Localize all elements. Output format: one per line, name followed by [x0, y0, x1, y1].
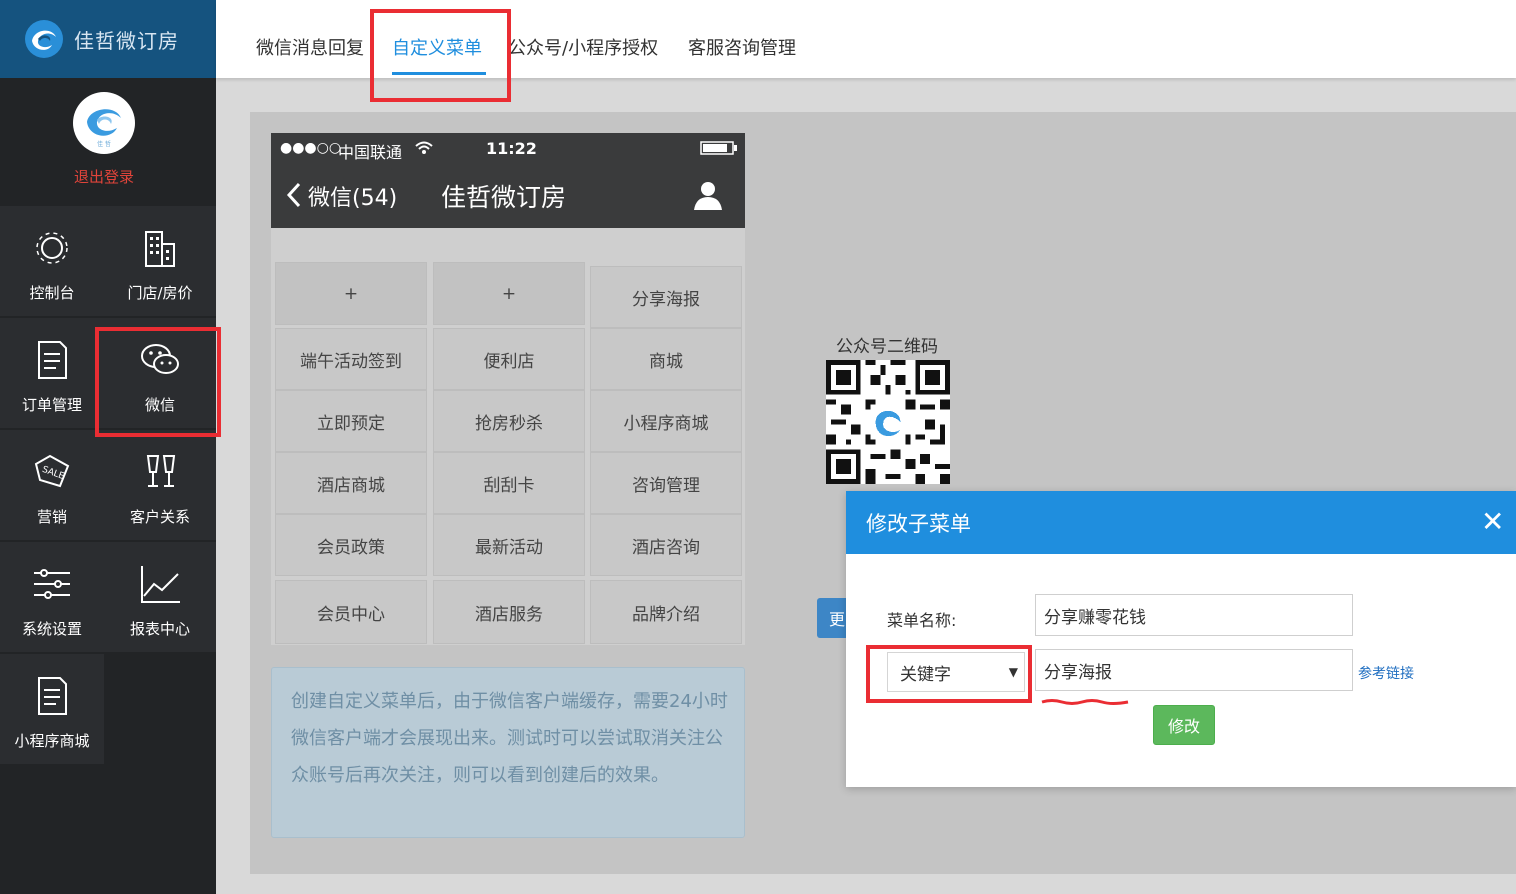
user-icon: [694, 182, 722, 210]
highlight-box-custom-menu-tab: [370, 9, 511, 102]
sidebar-item-dashboard[interactable]: 控制台: [0, 206, 104, 316]
sidebar-item-marketing[interactable]: SALE 营销: [0, 430, 104, 540]
phone-back-label: 微信(54): [308, 186, 398, 211]
building-icon: [145, 231, 175, 267]
signal-indicator: ●●●○○: [280, 140, 342, 156]
menu-item[interactable]: 端午活动签到: [275, 328, 427, 390]
sale-tag-icon: SALE: [34, 454, 70, 488]
chart-icon: [141, 566, 180, 603]
brand-logo-icon: [25, 20, 63, 58]
document-icon: [38, 677, 67, 715]
wifi-icon: [415, 141, 433, 154]
sliders-icon: [34, 569, 70, 599]
highlight-box-wechat: [95, 327, 221, 437]
menu-item[interactable]: 立即预定: [275, 390, 427, 452]
menu-add-button[interactable]: +: [275, 262, 427, 325]
qr-label: 公众号二维码: [836, 337, 938, 357]
menu-item[interactable]: 分享海报: [590, 266, 742, 328]
phone-time: 11:22: [486, 139, 537, 158]
save-button[interactable]: 修改: [1153, 705, 1215, 745]
menu-item[interactable]: 商城: [590, 328, 742, 390]
sidebar-item-label: 营销: [36, 508, 67, 526]
sidebar-item-reports[interactable]: 报表中心: [104, 542, 216, 652]
sidebar-item-stores[interactable]: 门店/房价: [104, 206, 216, 316]
menu-item[interactable]: 会员中心: [275, 580, 427, 644]
menu-item[interactable]: 酒店咨询: [590, 514, 742, 576]
phone-title: 佳哲微订房: [441, 183, 567, 212]
logout-link[interactable]: 退出登录: [0, 166, 208, 187]
svg-text:SALE: SALE: [41, 465, 66, 482]
sidebar-item-label: 订单管理: [21, 396, 82, 414]
sidebar-item-label: 系统设置: [21, 620, 82, 638]
menu-item[interactable]: 小程序商城: [590, 390, 742, 452]
sidebar-item-orders[interactable]: 订单管理: [0, 318, 104, 428]
menu-name-label: 菜单名称:: [887, 611, 957, 630]
chevron-left-icon: [286, 182, 301, 208]
menu-item[interactable]: 酒店服务: [433, 580, 585, 644]
menu-item[interactable]: 便利店: [433, 328, 585, 390]
battery-icon: [700, 141, 737, 155]
sidebar-item-customers[interactable]: 客户关系: [104, 430, 216, 540]
annotation-underline: [1041, 699, 1129, 705]
sidebar-item-label: 门店/房价: [127, 284, 193, 302]
menu-name-input[interactable]: [1035, 594, 1353, 636]
menu-item[interactable]: 刮刮卡: [433, 452, 585, 514]
sidebar-item-label: 小程序商城: [14, 732, 90, 750]
tab-message-reply[interactable]: 微信消息回复: [256, 34, 364, 60]
menu-item[interactable]: 咨询管理: [590, 452, 742, 514]
sun-gear-icon: [36, 232, 68, 264]
tab-account-authorization[interactable]: 公众号/小程序授权: [508, 34, 658, 60]
qr-code-icon: [826, 360, 950, 484]
menu-item[interactable]: 酒店商城: [275, 452, 427, 514]
dialog-title: 修改子菜单: [866, 512, 971, 536]
menu-add-button[interactable]: +: [433, 262, 585, 325]
menu-item[interactable]: 最新活动: [433, 514, 585, 576]
menu-item[interactable]: 品牌介绍: [590, 580, 742, 644]
sidebar-item-label: 报表中心: [129, 620, 190, 638]
highlight-box-type-select: [866, 645, 1032, 703]
document-icon: [38, 341, 67, 379]
sidebar-item-settings[interactable]: 系统设置: [0, 542, 104, 652]
sidebar-item-mini-program-mall[interactable]: 小程序商城: [0, 654, 104, 764]
sidebar-item-label: 控制台: [29, 284, 75, 302]
avatar-logo-icon: 佳 哲: [87, 109, 121, 148]
menu-item[interactable]: 抢房秒杀: [433, 390, 585, 452]
tab-customer-service[interactable]: 客服咨询管理: [688, 34, 796, 60]
glasses-icon: [146, 455, 176, 487]
sidebar-item-label: 客户关系: [129, 508, 190, 526]
brand-name: 佳哲微订房: [74, 28, 179, 53]
avatar-caption: 佳 哲: [97, 140, 111, 148]
brand-bar[interactable]: 佳哲微订房: [0, 0, 216, 78]
notice-text: 创建自定义菜单后，由于微信客户端缓存，需要24小时微信客户端才会展现出来。测试时…: [291, 691, 728, 786]
reference-link[interactable]: 参考链接: [1358, 663, 1414, 683]
close-icon[interactable]: ✕: [1481, 505, 1504, 538]
carrier-name: 中国联通: [338, 143, 403, 162]
menu-item[interactable]: 会员政策: [275, 514, 427, 576]
keyword-input[interactable]: [1035, 649, 1353, 691]
avatar: 佳 哲: [73, 92, 135, 154]
